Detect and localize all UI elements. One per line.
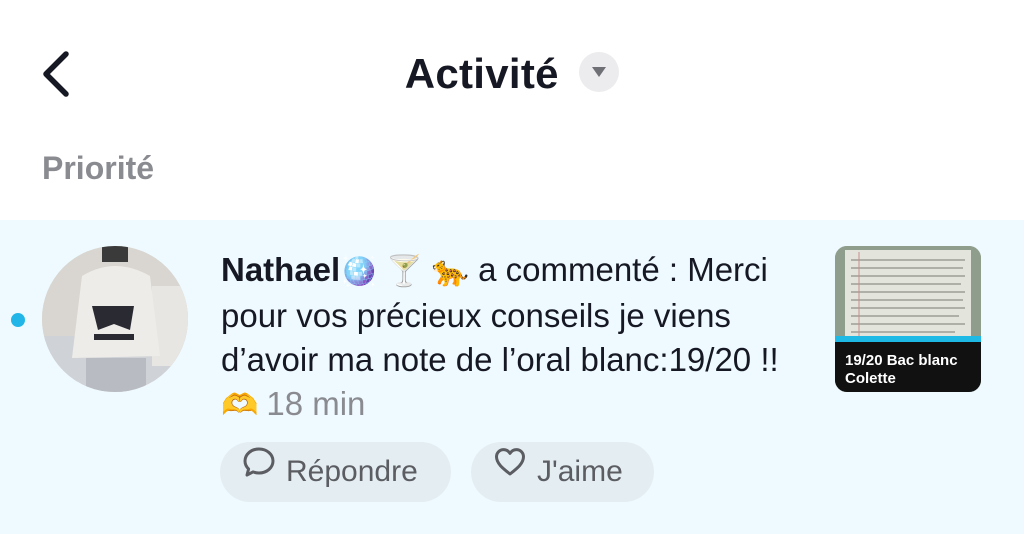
like-button[interactable]: J'aime <box>471 442 654 502</box>
thumbnail-caption: 19/20 Bac blanc Colette <box>835 342 981 392</box>
avatar[interactable] <box>42 246 188 392</box>
like-label: J'aime <box>537 455 623 488</box>
action-buttons: Répondre J'aime <box>220 442 674 502</box>
avatar-photo <box>42 246 188 392</box>
page-title: Activité <box>404 50 559 97</box>
section-label: Priorité <box>42 150 155 186</box>
header: Activité <box>0 0 1024 140</box>
heart-outline-icon <box>493 440 527 500</box>
action-text: a commenté : <box>468 251 679 288</box>
username-link[interactable]: Nathael <box>221 251 340 288</box>
video-thumbnail[interactable]: 19/20 Bac blanc Colette <box>835 246 981 392</box>
reply-label: Répondre <box>286 455 418 488</box>
title-dropdown-button[interactable] <box>579 52 620 92</box>
notification-text: Nathael🪩 🍸 🐆 a commenté : Merci pour vos… <box>221 248 801 428</box>
caret-down-icon <box>592 67 607 77</box>
comment-bubble-icon <box>242 440 276 500</box>
username-emojis: 🪩 🍸 🐆 <box>340 255 469 288</box>
unread-indicator <box>11 313 25 327</box>
title-area: Activité <box>0 44 1024 104</box>
timestamp: 18 min <box>266 385 366 422</box>
comment-emoji: 🫶 <box>221 389 259 422</box>
notification-item[interactable]: Nathael🪩 🍸 🐆 a commenté : Merci pour vos… <box>0 220 1024 534</box>
reply-button[interactable]: Répondre <box>220 442 451 502</box>
